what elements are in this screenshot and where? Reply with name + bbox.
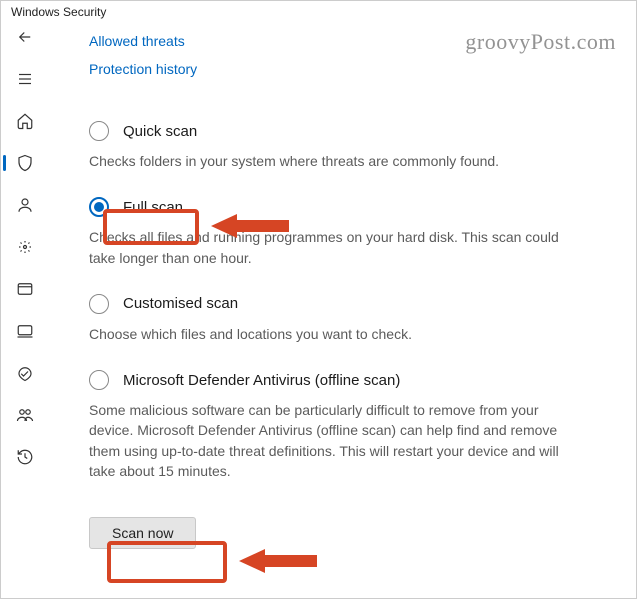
quick-scan-desc: Checks folders in your system where thre… <box>89 151 569 171</box>
full-scan-desc: Checks all files and running programmes … <box>89 227 569 268</box>
offline-scan-radio[interactable] <box>89 370 109 390</box>
watermark: groovyPost.com <box>465 29 616 55</box>
offline-scan-label: Microsoft Defender Antivirus (offline sc… <box>123 372 400 389</box>
protection-history-link[interactable]: Protection history <box>89 55 616 83</box>
app-browser-icon[interactable] <box>15 279 35 299</box>
offline-scan-desc: Some malicious software can be particula… <box>89 400 569 481</box>
sidebar <box>1 21 49 596</box>
firewall-icon[interactable] <box>15 237 35 257</box>
menu-icon[interactable] <box>15 69 35 89</box>
device-security-icon[interactable] <box>15 321 35 341</box>
window-title: Windows Security <box>1 1 636 21</box>
scan-now-button[interactable]: Scan now <box>89 517 196 549</box>
quick-scan-option: Quick scan Checks folders in your system… <box>89 121 616 171</box>
custom-scan-label: Customised scan <box>123 295 238 312</box>
home-icon[interactable] <box>15 111 35 131</box>
custom-scan-option: Customised scan Choose which files and l… <box>89 294 616 344</box>
account-icon[interactable] <box>15 195 35 215</box>
scan-options: Quick scan Checks folders in your system… <box>89 121 616 549</box>
performance-icon[interactable] <box>15 363 35 383</box>
family-icon[interactable] <box>15 405 35 425</box>
full-scan-radio[interactable] <box>89 197 109 217</box>
back-icon[interactable] <box>15 27 35 47</box>
shield-icon[interactable] <box>15 153 35 173</box>
main-content: Allowed threats Protection history Quick… <box>49 21 636 596</box>
quick-scan-radio[interactable] <box>89 121 109 141</box>
custom-scan-desc: Choose which files and locations you wan… <box>89 324 569 344</box>
custom-scan-radio[interactable] <box>89 294 109 314</box>
offline-scan-option: Microsoft Defender Antivirus (offline sc… <box>89 370 616 481</box>
full-scan-label: Full scan <box>123 199 183 216</box>
quick-scan-label: Quick scan <box>123 123 197 140</box>
full-scan-option: Full scan Checks all files and running p… <box>89 197 616 268</box>
history-icon[interactable] <box>15 447 35 467</box>
